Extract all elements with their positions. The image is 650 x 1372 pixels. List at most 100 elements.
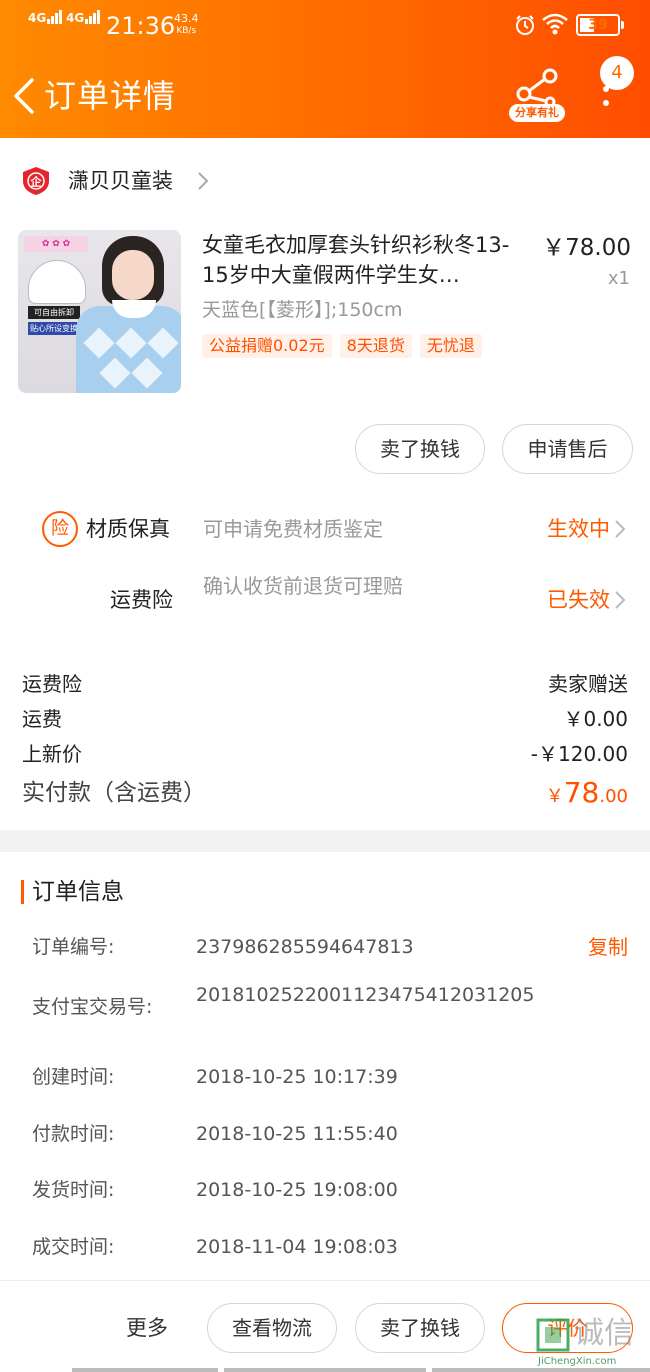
battery-indicator: 39 xyxy=(576,14,624,36)
chevron-right-icon xyxy=(198,172,209,190)
order-info-label: 付款时间: xyxy=(32,1123,115,1145)
insurance-name: 材质保真 xyxy=(86,517,170,541)
product-price: ￥78.00 xyxy=(542,235,631,261)
share-button[interactable]: 分享有礼 xyxy=(506,66,568,122)
insurance-row-material[interactable]: 险 材质保真 可申请免费材质鉴定 生效中 xyxy=(0,511,650,547)
chevron-right-icon xyxy=(615,591,626,609)
insurance-name: 运费险 xyxy=(110,588,173,612)
battery-tip xyxy=(621,21,624,29)
order-info-label: 支付宝交易号: xyxy=(32,996,153,1018)
shop-row[interactable]: 企 潇贝贝童装 xyxy=(0,148,650,214)
total-amount: ￥78.00 xyxy=(546,776,628,814)
summary-value: 卖家赠送 xyxy=(548,672,628,696)
product-image[interactable]: ✿ ✿ ✿ 可自由拆卸 贴心所设变换 xyxy=(18,230,181,393)
insurance-shield-icon: 险 xyxy=(42,511,78,547)
chevron-right-icon xyxy=(615,520,626,538)
total-dec: .00 xyxy=(599,786,628,807)
nav-gesture-bar xyxy=(224,1368,426,1372)
alarm-icon xyxy=(516,15,534,35)
signal-bars-icon xyxy=(47,10,63,24)
insurance-status: 生效中 xyxy=(547,517,610,541)
order-info-label: 成交时间: xyxy=(32,1236,115,1258)
watermark-url: JiChengXin.com xyxy=(538,1356,617,1367)
product-image-collar xyxy=(28,260,86,304)
sell-exchange-button[interactable]: 卖了换钱 xyxy=(355,424,485,474)
summary-total-row: 实付款（含运费） ￥78.00 xyxy=(22,776,628,812)
product-image-tag-1: 可自由拆卸 xyxy=(28,306,80,319)
product-sku: 天蓝色[【菱形】];150cm xyxy=(202,299,403,321)
product-quantity: x1 xyxy=(607,268,630,289)
product-title[interactable]: 女童毛衣加厚套头针织衫秋冬13-15岁中大童假两件学生女… xyxy=(202,230,528,290)
order-info-accent-bar xyxy=(21,880,24,904)
order-info-value: 237986285594647813 xyxy=(196,936,414,958)
summary-row: 运费险 卖家赠送 xyxy=(22,669,628,699)
back-arrow-icon[interactable] xyxy=(10,76,40,116)
order-info-row: 订单编号: 237986285594647813 复制 xyxy=(32,933,628,961)
summary-label: 上新价 xyxy=(22,742,82,766)
sell-exchange-button[interactable]: 卖了换钱 xyxy=(355,1303,485,1353)
speed-unit: KB/s xyxy=(176,26,197,36)
product-tag: 无忧退 xyxy=(419,334,482,358)
order-info-value: 2018102522001123475412031205 xyxy=(196,984,535,1006)
summary-value: ￥0.00 xyxy=(563,707,628,731)
order-info-label: 发货时间: xyxy=(32,1179,115,1201)
copy-button[interactable]: 复制 xyxy=(588,933,628,961)
signal-2-label: 4G xyxy=(66,11,85,25)
product-tags: 公益捐赠0.02元 8天退货 无忧退 xyxy=(202,334,490,358)
app-header: 4G 4G 21:36 43.4 KB/s 39 订单详情 分享有礼 4 xyxy=(0,0,650,138)
message-count-badge[interactable]: 4 xyxy=(600,56,634,90)
order-info-row: 成交时间: 2018-11-04 19:08:03 xyxy=(32,1233,628,1261)
order-info-value: 2018-10-25 10:17:39 xyxy=(196,1066,398,1088)
signal-1-label: 4G xyxy=(28,11,47,25)
product-image-tag-2: 贴心所设变换 xyxy=(28,322,80,335)
summary-label: 运费 xyxy=(22,707,62,731)
summary-label: 运费险 xyxy=(22,672,82,696)
section-divider xyxy=(0,830,650,852)
battery-level: 39 xyxy=(588,17,608,33)
order-info-row: 发货时间: 2018-10-25 19:08:00 xyxy=(32,1176,628,1204)
product-tag: 8天退货 xyxy=(339,334,412,358)
page-title: 订单详情 xyxy=(44,77,177,115)
more-actions-link[interactable]: 更多 xyxy=(126,1313,168,1343)
product-image-sweater xyxy=(76,306,181,393)
shop-name: 潇贝贝童装 xyxy=(68,169,173,193)
insurance-desc: 可申请免费材质鉴定 xyxy=(203,517,383,541)
summary-row: 上新价 -￥120.00 xyxy=(22,739,628,769)
watermark-logo: 诚信 JiChengXin.com xyxy=(534,1296,650,1372)
order-info-value: 2018-11-04 19:08:03 xyxy=(196,1236,398,1258)
share-icon xyxy=(516,68,558,106)
order-info-row: 支付宝交易号: 2018102522001123475412031205 xyxy=(32,984,628,1034)
product-tag: 公益捐赠0.02元 xyxy=(202,334,332,358)
signal-indicator-1: 4G xyxy=(28,10,63,24)
svg-text:企: 企 xyxy=(30,175,43,189)
summary-row: 运费 ￥0.00 xyxy=(22,704,628,734)
order-info-label: 订单编号: xyxy=(32,936,115,958)
total-label: 实付款（含运费） xyxy=(22,780,206,806)
after-sale-button[interactable]: 申请售后 xyxy=(502,424,633,474)
insurance-row-shipping[interactable]: 运费险 确认收货前退货可理赔 已失效 xyxy=(0,572,650,632)
order-info-value: 2018-10-25 19:08:00 xyxy=(196,1179,398,1201)
wifi-icon xyxy=(542,13,568,35)
nav-gesture-bar xyxy=(72,1368,218,1372)
order-info-row: 创建时间: 2018-10-25 10:17:39 xyxy=(32,1063,628,1091)
share-label: 分享有礼 xyxy=(509,104,565,122)
speed-value: 43.4 xyxy=(174,12,199,25)
signal-indicator-2: 4G xyxy=(66,10,101,24)
order-info-row: 付款时间: 2018-10-25 11:55:40 xyxy=(32,1120,628,1148)
product-image-banner: ✿ ✿ ✿ xyxy=(24,236,88,252)
total-currency: ￥ xyxy=(545,786,564,807)
network-speed: 43.4 KB/s xyxy=(174,13,199,37)
product-image-face xyxy=(112,250,154,300)
insurance-status: 已失效 xyxy=(547,588,610,612)
watermark-text: 诚信 xyxy=(574,1316,634,1351)
more-menu-icon[interactable] xyxy=(596,86,616,112)
enterprise-shield-icon: 企 xyxy=(23,167,49,195)
total-int: 78 xyxy=(563,776,600,809)
status-bar: 4G 4G 21:36 43.4 KB/s 39 xyxy=(0,0,650,52)
order-info-value: 2018-10-25 11:55:40 xyxy=(196,1123,398,1145)
order-info-label: 创建时间: xyxy=(32,1066,115,1088)
status-clock: 21:36 xyxy=(106,12,176,40)
insurance-desc: 确认收货前退货可理赔 xyxy=(203,574,403,598)
order-info-title: 订单信息 xyxy=(32,879,124,905)
view-logistics-button[interactable]: 查看物流 xyxy=(207,1303,337,1353)
